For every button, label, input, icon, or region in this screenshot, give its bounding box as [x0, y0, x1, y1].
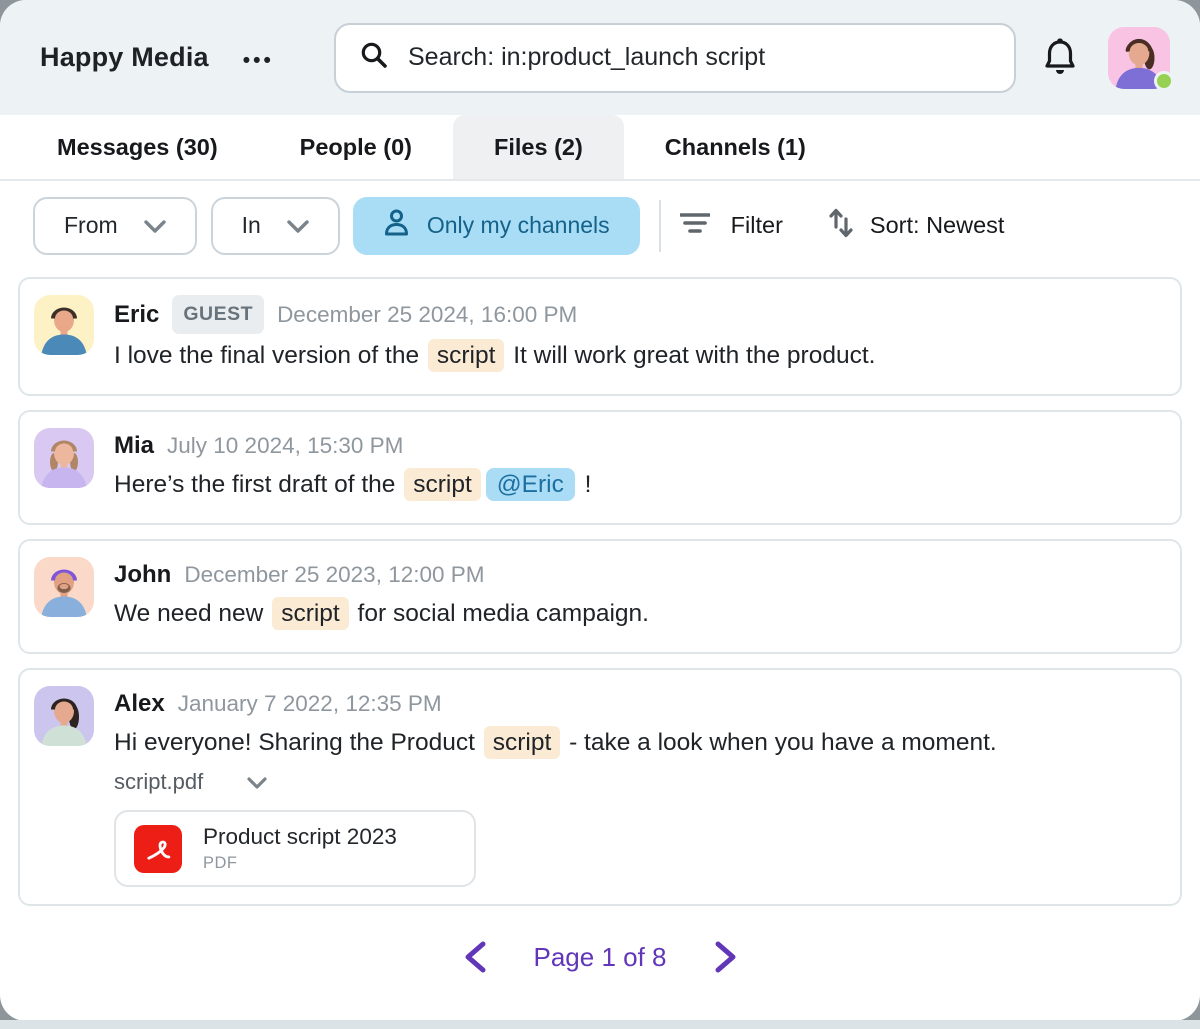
filter-button[interactable]: Filter	[680, 211, 783, 241]
workspace-name: Happy Media	[40, 42, 209, 73]
search-results-window: Happy Media •••	[0, 0, 1200, 1021]
avatar-alex	[34, 686, 94, 746]
message-text: I love the final version of the script I…	[114, 334, 1160, 377]
file-collapse-toggle[interactable]: script.pdf	[114, 769, 1160, 795]
search-icon	[358, 39, 390, 76]
filter-label: Filter	[731, 212, 783, 239]
result-tabs: Messages (30) People (0) Files (2) Chann…	[0, 115, 1200, 181]
only-my-channels-label: Only my channels	[427, 212, 610, 239]
message-meta: Eric GUEST December 25 2024, 16:00 PM	[114, 295, 1160, 334]
message-meta: Alex January 7 2022, 12:35 PM	[114, 686, 1160, 721]
message-timestamp: December 25 2024, 16:00 PM	[277, 297, 577, 332]
message-timestamp: December 25 2023, 12:00 PM	[184, 557, 484, 592]
avatar-john	[34, 557, 94, 617]
search-bar[interactable]	[334, 23, 1016, 93]
message-meta: John December 25 2023, 12:00 PM	[114, 557, 1160, 592]
pdf-attachment-card[interactable]: Product script 2023 PDF	[114, 810, 476, 887]
attachment-info: Product script 2023 PDF	[203, 824, 397, 873]
pdf-file-icon	[134, 825, 182, 873]
tab-messages[interactable]: Messages (30)	[16, 115, 259, 179]
message-text: We need new script for social media camp…	[114, 592, 1160, 635]
avatar-eric	[34, 295, 94, 355]
filter-icon	[680, 211, 710, 241]
person-icon	[383, 208, 410, 243]
divider	[659, 200, 661, 252]
avatar-mia	[34, 428, 94, 488]
pagination: Page 1 of 8	[18, 940, 1182, 974]
text-segment: for social media campaign.	[351, 600, 649, 627]
message-card-mia[interactable]: Mia July 10 2024, 15:30 PM Here’s the fi…	[18, 410, 1182, 525]
in-filter-dropdown[interactable]: In	[211, 197, 340, 255]
message-text: Here’s the first draft of the script@Eri…	[114, 463, 1160, 506]
message-meta: Mia July 10 2024, 15:30 PM	[114, 428, 1160, 463]
page-indicator: Page 1 of 8	[534, 942, 667, 973]
next-page-button[interactable]	[713, 940, 739, 974]
chevron-down-icon	[287, 212, 309, 239]
tab-channels[interactable]: Channels (1)	[624, 115, 847, 179]
sender-name: John	[114, 557, 171, 592]
message-content: Eric GUEST December 25 2024, 16:00 PM I …	[114, 295, 1160, 377]
chevron-down-icon	[144, 212, 166, 239]
user-avatar[interactable]	[1108, 27, 1170, 89]
top-bar: Happy Media •••	[0, 0, 1200, 115]
text-segment: - take a look when you have a moment.	[562, 729, 996, 756]
text-segment: Here’s the first draft of the	[114, 471, 402, 498]
search-term-highlight: script	[428, 339, 505, 372]
sender-name: Eric	[114, 297, 159, 332]
sort-icon	[827, 207, 855, 245]
sort-button[interactable]: Sort: Newest	[827, 207, 1005, 245]
message-timestamp: July 10 2024, 15:30 PM	[167, 428, 403, 463]
message-content: Alex January 7 2022, 12:35 PM Hi everyon…	[114, 686, 1160, 887]
text-segment: It will work great with the product.	[506, 342, 875, 369]
user-mention[interactable]: @Eric	[486, 468, 575, 501]
attachment-title: Product script 2023	[203, 824, 397, 850]
results-list: Eric GUEST December 25 2024, 16:00 PM I …	[0, 270, 1200, 974]
file-name: script.pdf	[114, 769, 203, 795]
sort-label: Sort: Newest	[870, 212, 1005, 239]
from-filter-dropdown[interactable]: From	[33, 197, 197, 255]
search-input[interactable]	[408, 43, 992, 72]
previous-page-button[interactable]	[462, 940, 488, 974]
attachment-type: PDF	[203, 854, 397, 873]
from-filter-label: From	[64, 212, 118, 239]
guest-badge: GUEST	[172, 295, 264, 334]
message-content: Mia July 10 2024, 15:30 PM Here’s the fi…	[114, 428, 1160, 506]
message-card-john[interactable]: John December 25 2023, 12:00 PM We need …	[18, 539, 1182, 654]
only-my-channels-toggle[interactable]: Only my channels	[353, 197, 640, 255]
search-term-highlight: script	[404, 468, 481, 501]
message-card-alex[interactable]: Alex January 7 2022, 12:35 PM Hi everyon…	[18, 668, 1182, 906]
sender-name: Mia	[114, 428, 154, 463]
workspace: Happy Media •••	[40, 42, 274, 73]
tab-files[interactable]: Files (2)	[453, 115, 624, 179]
text-segment: !	[578, 471, 592, 498]
message-card-eric[interactable]: Eric GUEST December 25 2024, 16:00 PM I …	[18, 277, 1182, 396]
online-status-dot	[1154, 71, 1174, 91]
text-segment: Hi everyone! Sharing the Product	[114, 729, 482, 756]
sender-name: Alex	[114, 686, 165, 721]
in-filter-label: In	[242, 212, 261, 239]
search-term-highlight: script	[484, 726, 561, 759]
notification-bell-icon[interactable]	[1042, 37, 1078, 79]
filter-bar: From In Only my channels	[0, 181, 1200, 270]
message-text: Hi everyone! Sharing the Product script …	[114, 721, 1160, 764]
chevron-down-icon	[247, 769, 267, 795]
tab-people[interactable]: People (0)	[259, 115, 453, 179]
message-content: John December 25 2023, 12:00 PM We need …	[114, 557, 1160, 635]
text-segment: I love the final version of the	[114, 342, 426, 369]
search-term-highlight: script	[272, 597, 349, 630]
message-timestamp: January 7 2022, 12:35 PM	[178, 686, 442, 721]
workspace-menu-icon[interactable]: •••	[243, 43, 274, 73]
window-bottom-edge	[0, 1020, 1200, 1029]
text-segment: We need new	[114, 600, 270, 627]
